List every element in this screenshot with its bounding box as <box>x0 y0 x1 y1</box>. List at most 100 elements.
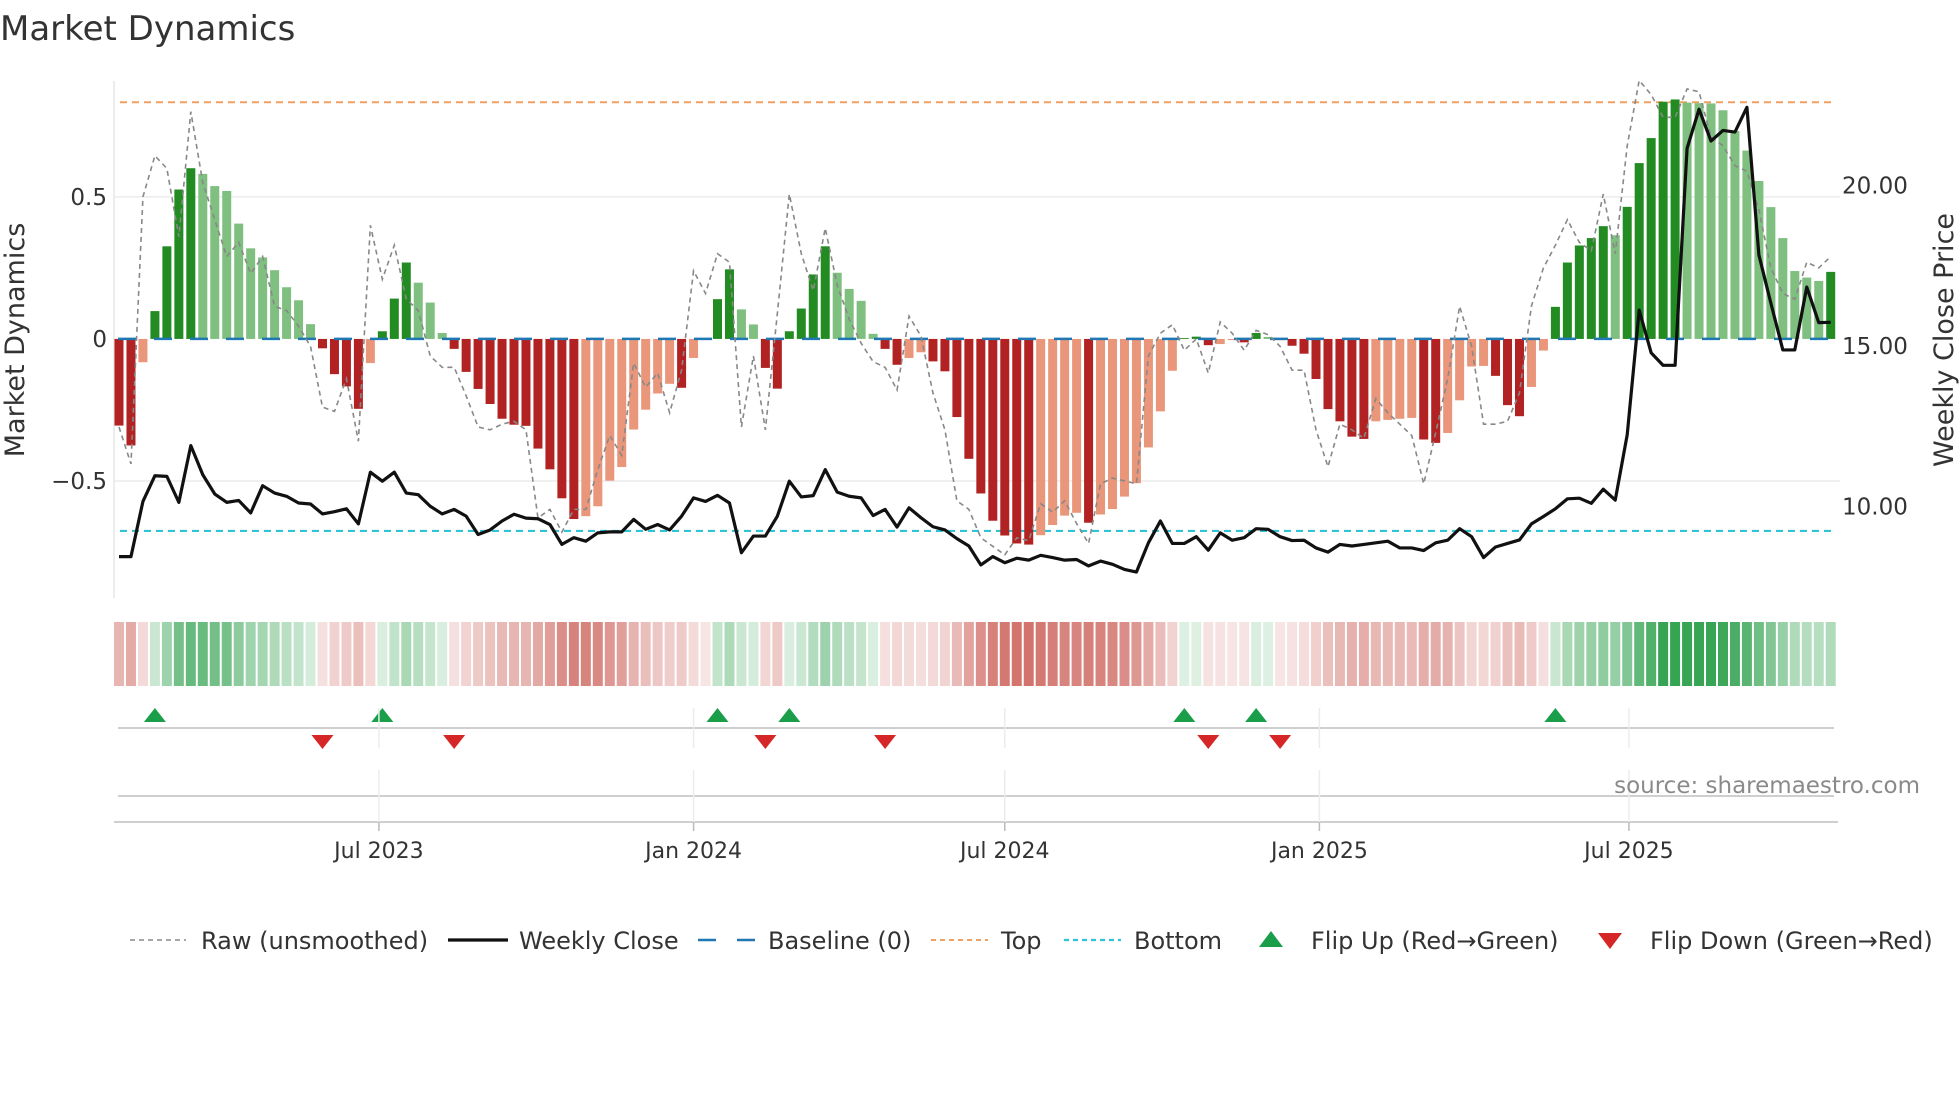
chart-title: Market Dynamics <box>0 9 295 49</box>
bar <box>246 248 256 339</box>
bar <box>964 338 974 459</box>
heatmap-cell <box>868 622 879 686</box>
flip-down-marker <box>874 735 897 749</box>
heatmap-cell <box>915 622 926 686</box>
heatmap-cell <box>413 622 424 686</box>
x-tick-label: Jan 2025 <box>1269 839 1368 864</box>
bar <box>1407 338 1417 418</box>
heatmap-cell <box>269 622 280 686</box>
bar <box>1167 338 1177 371</box>
bar <box>581 338 591 517</box>
bar <box>1287 338 1297 346</box>
x-tick-label: Jul 2023 <box>332 839 424 864</box>
left-tick-label: 0.5 <box>70 185 107 211</box>
bar <box>186 168 196 339</box>
bar <box>1119 338 1129 497</box>
bar <box>425 302 435 339</box>
heatmap-cell <box>377 622 388 686</box>
heatmap-cell <box>1574 622 1585 686</box>
bar <box>461 338 471 372</box>
heatmap-cell <box>281 622 292 686</box>
flip-up-marker <box>1245 708 1268 722</box>
bar <box>593 338 603 507</box>
bar <box>1718 110 1728 339</box>
bar <box>689 338 699 358</box>
bar <box>150 311 160 339</box>
bar <box>736 309 746 339</box>
heatmap-cell <box>1729 622 1740 686</box>
bar <box>844 288 854 339</box>
heatmap-cell <box>808 622 819 686</box>
bar <box>1658 101 1668 339</box>
heatmap-cell <box>1538 622 1549 686</box>
heatmap-cell <box>951 622 962 686</box>
heatmap-cell <box>592 622 603 686</box>
heatmap-cell <box>197 622 208 686</box>
bar <box>1538 338 1548 351</box>
heatmap-cell <box>796 622 807 686</box>
heatmap-cell <box>1167 622 1178 686</box>
heatmap-cell <box>1358 622 1369 686</box>
legend-label: Bottom <box>1134 927 1222 955</box>
bar <box>306 324 316 339</box>
bar <box>449 338 459 349</box>
heatmap-cell <box>1526 622 1537 686</box>
bar <box>952 338 962 418</box>
bar <box>772 338 782 389</box>
bar <box>1455 338 1465 401</box>
heatmap-cell <box>1299 622 1310 686</box>
heatmap-cell <box>389 622 400 686</box>
bar <box>389 298 399 339</box>
flip-up-marker <box>706 708 729 722</box>
left-axis-label: Market Dynamics <box>0 223 31 458</box>
heatmap-cell <box>1071 622 1082 686</box>
heatmap-cell <box>532 622 543 686</box>
heatmap-cell <box>365 622 376 686</box>
legend-flip-up-icon <box>1259 931 1283 947</box>
bar <box>234 223 244 339</box>
bar <box>1526 338 1536 387</box>
bar <box>1323 338 1333 410</box>
heatmap-cell <box>760 622 771 686</box>
bar <box>1443 338 1453 433</box>
bar <box>820 246 830 339</box>
heatmap-cell <box>700 622 711 686</box>
heatmap-cell <box>1322 622 1333 686</box>
bar <box>1562 262 1572 339</box>
heatmap-cell <box>137 622 148 686</box>
heatmap-cell <box>1658 622 1669 686</box>
heatmap-cell <box>939 622 950 686</box>
bar <box>1215 338 1225 345</box>
heatmap-cell <box>1765 622 1776 686</box>
bar <box>294 300 304 339</box>
bar <box>748 324 758 339</box>
x-tick-label: Jul 2025 <box>1582 839 1674 864</box>
bar <box>1491 338 1501 376</box>
heatmap-cell <box>987 622 998 686</box>
bar <box>1730 130 1740 339</box>
heatmap-cell <box>1418 622 1429 686</box>
bar <box>1131 338 1141 484</box>
heatmap-cell <box>904 622 915 686</box>
heatmap-cell <box>341 622 352 686</box>
heatmap-cell <box>1023 622 1034 686</box>
bar <box>258 257 268 339</box>
bar <box>1383 338 1393 420</box>
heatmap-cell <box>1155 622 1166 686</box>
heatmap-cell <box>1346 622 1357 686</box>
heatmap-cell <box>1107 622 1118 686</box>
heatmap-cell <box>1514 622 1525 686</box>
left-tick-label: 0 <box>92 327 107 353</box>
heatmap-cell <box>927 622 938 686</box>
heatmap-cell <box>640 622 651 686</box>
heatmap-cell <box>1191 622 1202 686</box>
flip-up-marker <box>1544 708 1567 722</box>
heatmap-cell <box>736 622 747 686</box>
heatmap-cell <box>173 622 184 686</box>
heatmap-cell <box>1753 622 1764 686</box>
bar <box>533 338 543 449</box>
bar <box>114 338 124 426</box>
heatmap-cell <box>114 622 124 686</box>
heatmap-cell <box>1466 622 1477 686</box>
heatmap-cell <box>293 622 304 686</box>
